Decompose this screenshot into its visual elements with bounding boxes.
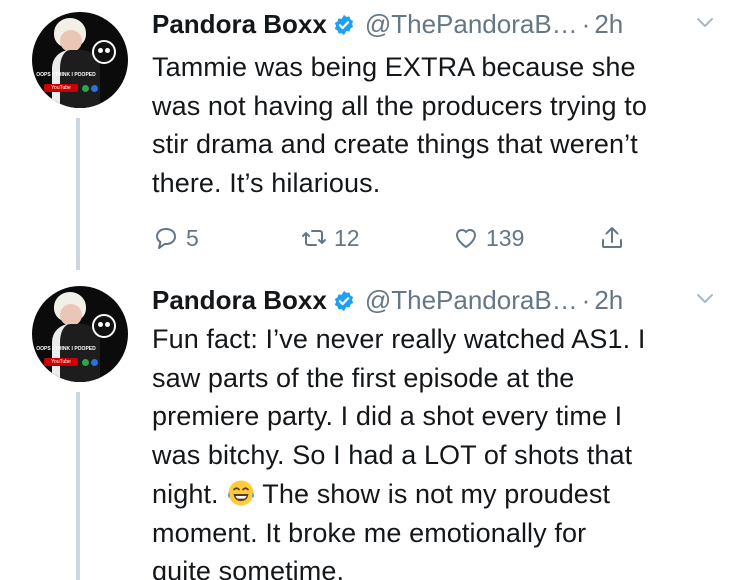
share-button[interactable] <box>598 220 632 256</box>
tweet-text-line: quite sometime. <box>152 556 345 580</box>
handle[interactable]: @ThePandoraB… <box>365 285 578 315</box>
share-icon <box>602 227 622 248</box>
tears-of-joy-emoji-icon <box>228 480 255 506</box>
retweet-button[interactable]: 12 <box>300 220 360 256</box>
retweet-icon <box>302 230 326 246</box>
tweet-text-line: premiere party. I did a shot every time … <box>152 401 623 432</box>
retweet-count: 12 <box>334 224 360 251</box>
tweet-text-line: there. It’s hilarious. <box>152 168 381 199</box>
tweet-header: Pandora Boxx @ThePandoraB… · 2h <box>152 278 742 322</box>
avatar-dot-icon <box>82 85 89 92</box>
separator-dot: · <box>581 9 591 39</box>
chevron-down-icon[interactable] <box>696 292 714 306</box>
tweet-text-line: Fun fact: I’ve never really watched AS1.… <box>152 324 646 354</box>
poop-emoji-icon <box>92 40 116 64</box>
tweet-text: Tammie was being EXTRA because she was n… <box>152 48 732 203</box>
handle[interactable]: @ThePandoraB… <box>365 9 578 39</box>
avatar-face <box>60 304 82 326</box>
avatar-dot-icon <box>91 85 98 92</box>
tweet-text-segment: night. <box>152 478 219 509</box>
tweet-text-line: moment. It broke me emotionally for <box>152 517 587 548</box>
avatar-body <box>52 50 100 108</box>
tweet-text-line: stir drama and create things that weren’… <box>152 129 638 160</box>
reply-button[interactable]: 5 <box>152 220 199 256</box>
avatar-caption: OOPS I THINK I POOPED <box>36 72 96 78</box>
chevron-down-icon[interactable] <box>696 16 714 30</box>
tweet-header: Pandora Boxx @ThePandoraB… · 2h <box>152 2 742 46</box>
reply-count: 5 <box>186 224 199 251</box>
tweet-text-line: was not having all the producers trying … <box>152 90 647 121</box>
tweet-actions: 5 12 139 <box>152 220 672 256</box>
separator-dot: · <box>581 285 591 315</box>
avatar[interactable]: OOPS I THINK I POOPED YouTube <box>32 286 128 382</box>
thread-line <box>76 392 80 580</box>
tweet-text-line: was bitchy. So I had a LOT of shots that <box>152 440 633 471</box>
tweet-text-segment: The show is not my proudest <box>262 478 611 509</box>
tweet-text-line: saw parts of the first episode at the <box>152 362 575 393</box>
timestamp[interactable]: 2h <box>594 9 623 39</box>
tweet-text-line: night. The show is not my proudest <box>152 475 732 514</box>
like-count: 139 <box>486 224 525 251</box>
reply-icon <box>156 228 176 249</box>
avatar-body <box>52 324 100 382</box>
youtube-badge: YouTube <box>44 84 78 92</box>
timestamp[interactable]: 2h <box>594 285 623 315</box>
tweet-text-line: Tammie was being EXTRA because she <box>152 52 636 82</box>
display-name[interactable]: Pandora Boxx <box>152 9 327 39</box>
tweet[interactable]: OOPS I THINK I POOPED YouTube Pandora Bo… <box>0 272 750 580</box>
thread-line <box>76 118 80 270</box>
verified-badge-icon <box>334 14 353 36</box>
avatar-dot-icon <box>91 359 98 366</box>
display-name[interactable]: Pandora Boxx <box>152 285 327 315</box>
heart-icon <box>456 229 476 248</box>
avatar-caption: OOPS I THINK I POOPED <box>36 346 96 352</box>
poop-emoji-icon <box>92 314 116 338</box>
youtube-badge: YouTube <box>44 358 78 366</box>
avatar-face <box>60 30 82 52</box>
like-button[interactable]: 139 <box>452 220 524 256</box>
tweet[interactable]: OOPS I THINK I POOPED YouTube Pandora Bo… <box>0 0 750 270</box>
tweet-text: Fun fact: I’ve never really watched AS1.… <box>152 320 732 580</box>
verified-badge-icon <box>334 290 353 312</box>
avatar-dot-icon <box>82 359 89 366</box>
avatar[interactable]: OOPS I THINK I POOPED YouTube <box>32 12 128 108</box>
